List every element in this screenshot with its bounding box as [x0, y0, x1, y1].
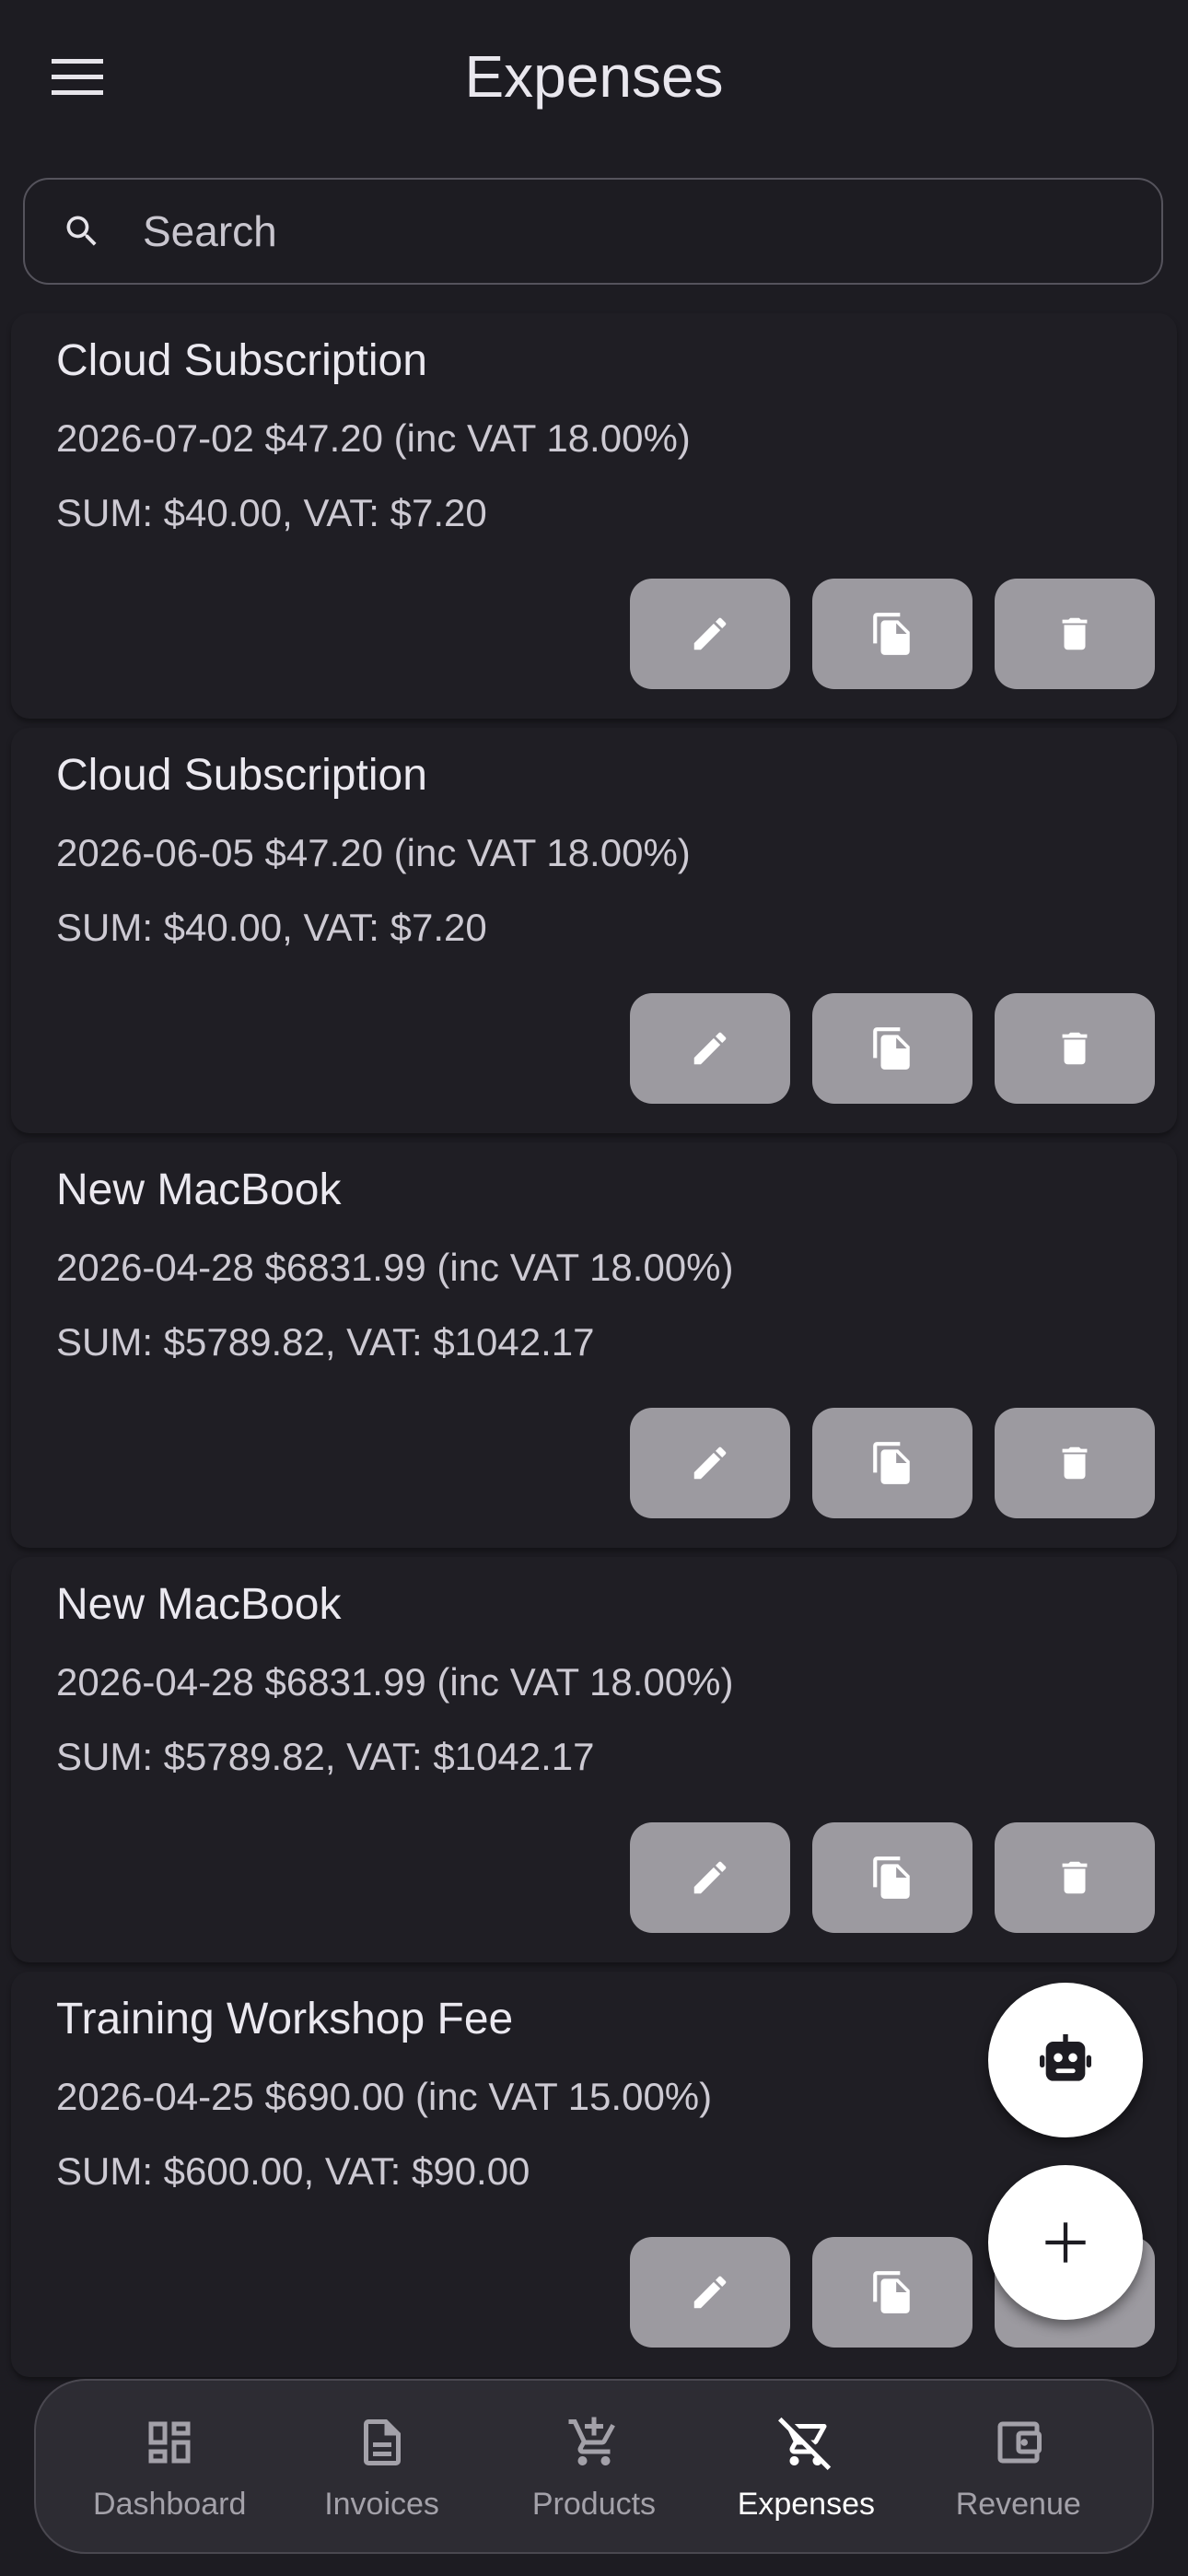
expense-sum-vat: SUM: $40.00, VAT: $7.20 [56, 491, 487, 534]
robot-icon [1040, 2034, 1091, 2081]
expense-date-total: 2026-04-28 $6831.99 (inc VAT 18.00%) [56, 1660, 734, 1704]
edit-button[interactable] [630, 1408, 790, 1518]
invoice-icon [351, 2411, 413, 2474]
copy-icon [873, 1027, 910, 1070]
row-actions [630, 1822, 1155, 1933]
expense-title: New MacBook [56, 1580, 342, 1629]
edit-icon [693, 1861, 727, 1894]
expense-sum-vat: SUM: $600.00, VAT: $90.00 [56, 2149, 530, 2193]
search-bar[interactable] [23, 178, 1163, 285]
edit-icon [693, 617, 727, 650]
nav-label: Products [531, 2486, 657, 2522]
row-actions [630, 993, 1155, 1104]
row-actions [630, 579, 1155, 689]
expense-card[interactable]: New MacBook 2026-04-28 $6831.99 (inc VAT… [11, 1557, 1177, 1962]
expense-sum-vat: SUM: $5789.82, VAT: $1042.17 [56, 1735, 595, 1778]
add-expense-fab[interactable] [988, 2165, 1143, 2320]
search-input[interactable] [141, 205, 1066, 257]
delete-icon [1062, 1446, 1088, 1480]
copy-icon [873, 1442, 910, 1484]
duplicate-button[interactable] [812, 2237, 973, 2348]
nav-item-products[interactable]: Products [502, 2411, 686, 2523]
duplicate-button[interactable] [812, 1822, 973, 1933]
expense-card[interactable]: Cloud Subscription 2026-06-05 $47.20 (in… [11, 728, 1177, 1133]
nav-label: Invoices [324, 2486, 439, 2522]
copy-icon [873, 2271, 910, 2313]
bottom-navigation: Dashboard Invoices Products Expenses Rev… [34, 2379, 1154, 2554]
app-root: Expenses Cloud Subscription 2026-07-02 $… [0, 0, 1188, 2576]
page-title: Expenses [464, 43, 724, 110]
assistant-fab[interactable] [988, 1983, 1143, 2137]
expense-title: Training Workshop Fee [56, 1995, 514, 2043]
cart-off-icon [775, 2411, 837, 2474]
nav-item-dashboard[interactable]: Dashboard [77, 2411, 262, 2523]
delete-button[interactable] [995, 993, 1155, 1104]
edit-button[interactable] [630, 579, 790, 689]
copy-icon [873, 1856, 910, 1899]
expense-title: Cloud Subscription [56, 751, 427, 800]
delete-icon [1062, 617, 1088, 650]
expense-title: Cloud Subscription [56, 336, 427, 385]
nav-item-expenses[interactable]: Expenses [714, 2411, 898, 2523]
app-header: Expenses [0, 0, 1188, 157]
dashboard-icon [138, 2411, 201, 2474]
wallet-icon [987, 2411, 1050, 2474]
delete-button[interactable] [995, 1822, 1155, 1933]
edit-icon [693, 2276, 727, 2309]
edit-icon [693, 1032, 727, 1065]
edit-button[interactable] [630, 993, 790, 1104]
cart-add-icon [563, 2411, 625, 2474]
edit-icon [693, 1446, 727, 1480]
expense-card[interactable]: New MacBook 2026-04-28 $6831.99 (inc VAT… [11, 1142, 1177, 1548]
delete-icon [1062, 1032, 1088, 1065]
nav-item-invoices[interactable]: Invoices [290, 2411, 474, 2523]
expense-date-total: 2026-04-25 $690.00 (inc VAT 15.00%) [56, 2075, 713, 2118]
edit-button[interactable] [630, 2237, 790, 2348]
nav-item-revenue[interactable]: Revenue [926, 2411, 1111, 2523]
delete-icon [1062, 1861, 1088, 1894]
expense-date-total: 2026-07-02 $47.20 (inc VAT 18.00%) [56, 416, 691, 460]
delete-button[interactable] [995, 579, 1155, 689]
duplicate-button[interactable] [812, 993, 973, 1104]
edit-button[interactable] [630, 1822, 790, 1933]
duplicate-button[interactable] [812, 579, 973, 689]
row-actions [630, 1408, 1155, 1518]
nav-label: Dashboard [93, 2486, 247, 2522]
delete-button[interactable] [995, 1408, 1155, 1518]
nav-label: Expenses [737, 2486, 876, 2522]
copy-icon [873, 613, 910, 655]
search-icon [54, 204, 110, 259]
plus-icon [1045, 2222, 1086, 2263]
duplicate-button[interactable] [812, 1408, 973, 1518]
expense-card[interactable]: Cloud Subscription 2026-07-02 $47.20 (in… [11, 313, 1177, 719]
expense-date-total: 2026-06-05 $47.20 (inc VAT 18.00%) [56, 831, 691, 874]
expense-sum-vat: SUM: $40.00, VAT: $7.20 [56, 906, 487, 949]
nav-label: Revenue [955, 2486, 1081, 2522]
expense-title: New MacBook [56, 1165, 342, 1214]
expense-sum-vat: SUM: $5789.82, VAT: $1042.17 [56, 1320, 595, 1364]
expense-date-total: 2026-04-28 $6831.99 (inc VAT 18.00%) [56, 1246, 734, 1289]
